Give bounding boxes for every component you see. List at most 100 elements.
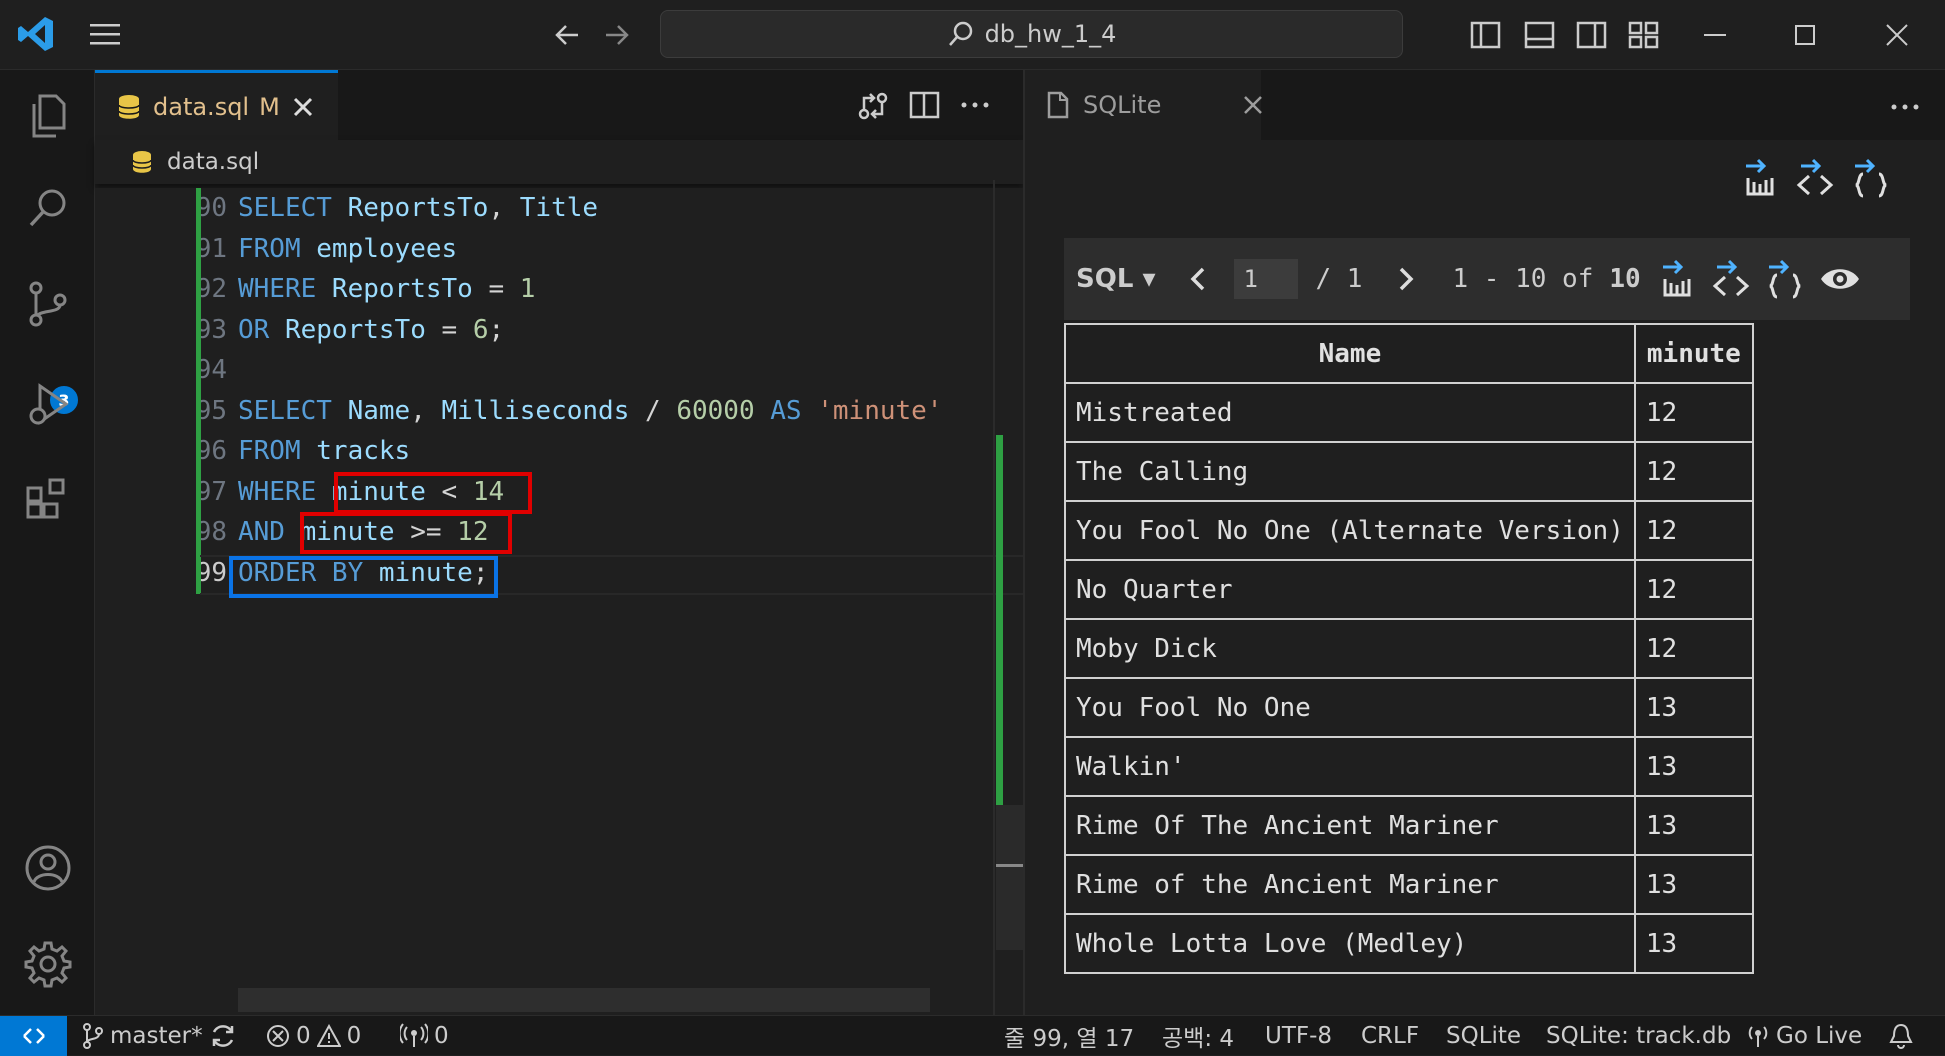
split-editor-icon[interactable] bbox=[909, 90, 941, 120]
horizontal-scrollbar[interactable] bbox=[238, 988, 930, 1012]
line-number: 90 bbox=[195, 193, 227, 223]
source-control-icon[interactable] bbox=[20, 276, 76, 332]
vscode-logo-icon bbox=[16, 14, 56, 54]
maximize-icon[interactable] bbox=[1790, 20, 1820, 50]
page-number-input[interactable] bbox=[1233, 259, 1298, 299]
forward-arrow-icon[interactable] bbox=[602, 20, 632, 50]
minimize-icon[interactable] bbox=[1700, 20, 1730, 50]
more-actions-icon[interactable] bbox=[1889, 92, 1921, 122]
code-token: = bbox=[472, 274, 520, 304]
table-row: You Fool No One 13 bbox=[1064, 677, 1754, 738]
cell-name: Mistreated bbox=[1064, 382, 1636, 443]
remote-indicator[interactable] bbox=[0, 1016, 67, 1056]
code-line[interactable]: SELECT Name, Milliseconds / 60000 AS 'mi… bbox=[238, 391, 942, 431]
code-editor[interactable]: 90 SELECT ReportsTo, Title 91 FROM employee… bbox=[95, 188, 1023, 1015]
line-ending[interactable]: CRLF bbox=[1361, 1016, 1419, 1056]
notifications-bell-icon[interactable] bbox=[1888, 1016, 1914, 1056]
format-dropdown[interactable]: SQL ▾ bbox=[1076, 264, 1156, 294]
back-arrow-icon[interactable] bbox=[552, 20, 582, 50]
settings-gear-icon[interactable] bbox=[20, 936, 76, 992]
remote-icon bbox=[21, 1023, 47, 1049]
code-token: 'minute' bbox=[817, 395, 943, 426]
code-token: 6 bbox=[472, 314, 489, 345]
run-debug-icon[interactable] bbox=[20, 376, 76, 432]
modified-indicator: M bbox=[259, 92, 280, 121]
editor-tab-bar: data.sql M bbox=[95, 70, 1023, 140]
eye-icon[interactable] bbox=[1819, 264, 1861, 294]
cell-minute: 13 bbox=[1633, 854, 1754, 915]
cell-minute: 12 bbox=[1633, 618, 1754, 679]
file-icon bbox=[1047, 91, 1069, 119]
close-tab-icon[interactable] bbox=[292, 96, 314, 118]
broadcast-icon bbox=[400, 1023, 428, 1049]
code-token: FROM bbox=[238, 233, 317, 264]
cell-minute: 13 bbox=[1633, 677, 1754, 738]
go-live-button[interactable]: Go Live bbox=[1746, 1016, 1862, 1056]
account-icon[interactable] bbox=[20, 840, 76, 896]
customize-layout-icon[interactable] bbox=[1628, 20, 1660, 50]
encoding[interactable]: UTF-8 bbox=[1265, 1016, 1332, 1056]
code-line[interactable]: WHERE ReportsTo = 1 bbox=[238, 269, 535, 309]
problems-indicator[interactable]: 0 0 bbox=[266, 1016, 361, 1056]
line-number: 97 bbox=[195, 476, 227, 507]
code-line[interactable]: SELECT ReportsTo, Title bbox=[238, 188, 598, 228]
cell-name: Rime Of The Ancient Mariner bbox=[1064, 795, 1636, 856]
search-icon[interactable] bbox=[20, 180, 76, 236]
command-center-search[interactable]: db_hw_1_4 bbox=[660, 10, 1403, 58]
more-actions-icon[interactable] bbox=[959, 90, 991, 120]
tab-data-sql[interactable]: data.sql M bbox=[95, 70, 338, 140]
row-range-text: 1 - 10 of bbox=[1452, 264, 1594, 294]
table-row: Moby Dick 12 bbox=[1064, 618, 1754, 679]
breadcrumb-file[interactable]: data.sql bbox=[167, 149, 259, 175]
next-page-icon[interactable] bbox=[1396, 264, 1416, 294]
cell-name: You Fool No One (Alternate Version) bbox=[1064, 500, 1636, 561]
code-line[interactable]: FROM tracks bbox=[238, 431, 410, 471]
language-mode[interactable]: SQLite bbox=[1446, 1016, 1521, 1056]
line-number: 95 bbox=[195, 395, 227, 426]
database-icon bbox=[131, 149, 153, 175]
sync-icon[interactable] bbox=[209, 1022, 237, 1050]
explorer-icon[interactable] bbox=[20, 88, 76, 144]
cell-minute: 12 bbox=[1633, 500, 1754, 561]
tab-label: SQLite bbox=[1083, 91, 1162, 119]
cell-name: You Fool No One bbox=[1064, 677, 1636, 738]
export-json-icon[interactable] bbox=[1765, 259, 1805, 299]
code-line[interactable]: FROM employees bbox=[238, 229, 457, 269]
sqlite-database[interactable]: SQLite: track.db bbox=[1546, 1016, 1731, 1056]
export-json-icon[interactable] bbox=[1851, 158, 1891, 198]
compare-changes-icon[interactable] bbox=[857, 90, 889, 122]
export-html-icon[interactable] bbox=[1795, 158, 1835, 198]
cell-name: Moby Dick bbox=[1064, 618, 1636, 679]
go-live-label: Go Live bbox=[1776, 1023, 1863, 1049]
export-csv-icon[interactable] bbox=[1740, 158, 1780, 198]
code-token: FROM bbox=[238, 436, 317, 466]
code-token: Milliseconds bbox=[441, 395, 630, 426]
export-csv-icon[interactable] bbox=[1657, 259, 1697, 299]
toggle-secondary-sidebar-icon[interactable] bbox=[1576, 20, 1608, 50]
line-number: 92 bbox=[195, 274, 227, 304]
line-number: 98 bbox=[195, 517, 227, 547]
code-token: , bbox=[488, 193, 520, 223]
table-header-row: Name minute bbox=[1064, 323, 1754, 384]
close-tab-icon[interactable] bbox=[1243, 95, 1263, 115]
toggle-primary-sidebar-icon[interactable] bbox=[1470, 20, 1502, 50]
toggle-panel-icon[interactable] bbox=[1524, 20, 1556, 50]
branch-indicator[interactable]: master* bbox=[82, 1016, 237, 1056]
extensions-icon[interactable] bbox=[20, 470, 76, 526]
code-token: ; bbox=[488, 314, 505, 345]
menu-icon[interactable] bbox=[88, 20, 124, 48]
tab-sqlite[interactable]: SQLite bbox=[1025, 70, 1263, 140]
export-html-icon[interactable] bbox=[1711, 259, 1751, 299]
error-icon bbox=[266, 1024, 290, 1048]
cursor-position[interactable]: 줄 99, 열 17 bbox=[1004, 1016, 1134, 1056]
breadcrumb[interactable]: data.sql bbox=[95, 140, 1023, 184]
close-window-icon[interactable] bbox=[1882, 20, 1912, 50]
indentation[interactable]: 공백: 4 bbox=[1162, 1016, 1234, 1056]
cell-minute: 13 bbox=[1633, 913, 1754, 974]
ports-indicator[interactable]: 0 bbox=[400, 1016, 449, 1056]
code-line[interactable]: OR ReportsTo = 6; bbox=[238, 310, 504, 350]
vertical-scrollbar[interactable] bbox=[996, 805, 1023, 950]
column-header-minute: minute bbox=[1633, 323, 1754, 384]
prev-page-icon[interactable] bbox=[1188, 264, 1208, 294]
search-icon bbox=[947, 20, 975, 48]
